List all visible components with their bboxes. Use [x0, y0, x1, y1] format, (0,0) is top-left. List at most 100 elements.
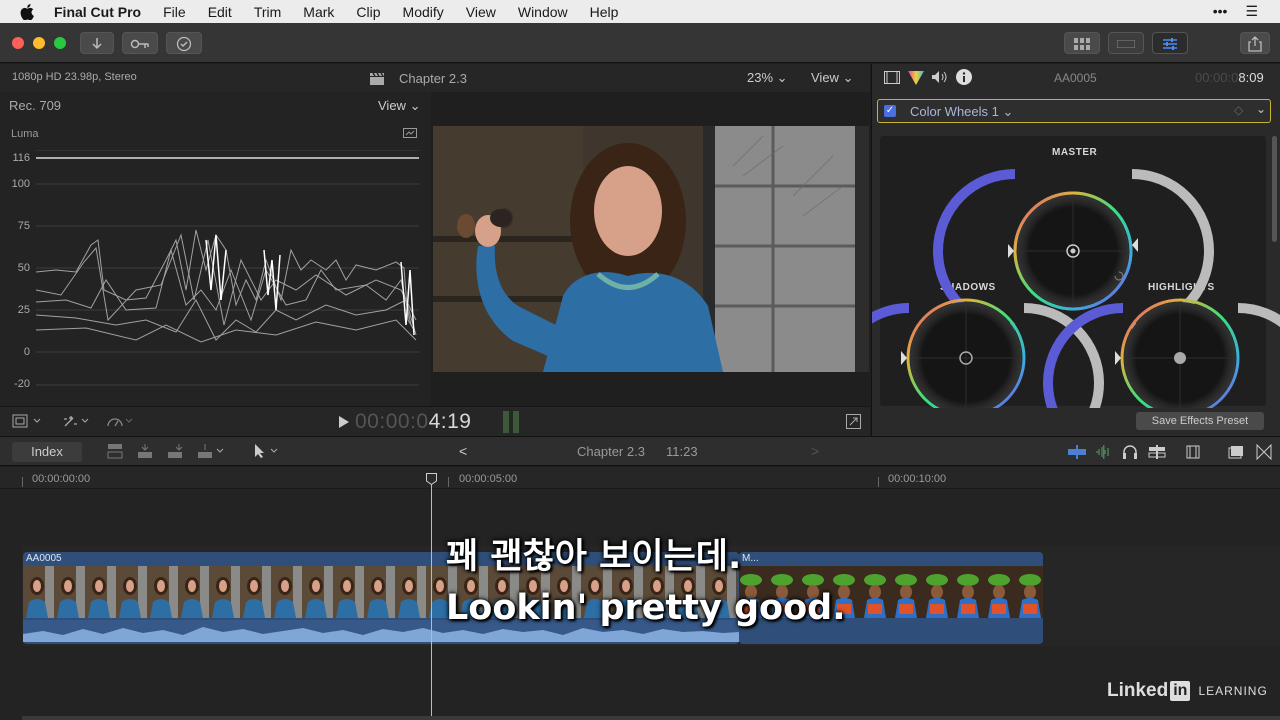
audio-inspector-icon[interactable] — [931, 70, 947, 89]
headphones-icon[interactable] — [1122, 444, 1138, 465]
timeline-toggle-button[interactable] — [1108, 32, 1144, 54]
browser-toggle-button[interactable] — [1064, 32, 1100, 54]
import-button[interactable] — [80, 32, 114, 54]
zoom-menu[interactable]: 23% ⌄ — [747, 70, 788, 86]
scope-y-label: 50 — [17, 262, 30, 274]
viewer-video-frame[interactable] — [433, 126, 869, 372]
highlights-wheel[interactable] — [1043, 298, 1280, 408]
inspector-toggle-button[interactable] — [1152, 32, 1188, 54]
effect-enable-checkbox[interactable]: ✓ — [884, 105, 896, 117]
playhead[interactable] — [431, 478, 432, 720]
timeline-icon — [1116, 39, 1136, 49]
playhead-handle-icon[interactable] — [426, 472, 437, 490]
back-arrow-icon[interactable]: < — [459, 443, 467, 459]
zoom-value: 23% — [747, 70, 774, 85]
scope-view-label: View — [378, 98, 406, 113]
app-menu[interactable]: Final Cut Pro — [54, 4, 141, 20]
apple-icon[interactable] — [20, 3, 34, 20]
linkedin-learning-logo: Linked in LEARNING — [1107, 679, 1268, 703]
play-icon[interactable] — [339, 415, 349, 433]
scope-settings-icon[interactable] — [403, 127, 417, 145]
menu-mark[interactable]: Mark — [303, 4, 334, 20]
effects-browser-icon[interactable] — [1256, 443, 1272, 465]
select-tool-icon[interactable] — [253, 443, 283, 464]
menu-file[interactable]: File — [163, 4, 186, 20]
scope-y-label: 25 — [17, 304, 30, 316]
brand-text: Linked — [1107, 680, 1169, 701]
connect-clip-icon[interactable] — [107, 443, 123, 464]
scope-y-label: -20 — [14, 378, 30, 390]
clip-name-label: AA0005 — [26, 553, 62, 564]
fullscreen-icon[interactable] — [846, 414, 861, 434]
solo-icon[interactable] — [1148, 445, 1166, 464]
menu-window[interactable]: Window — [518, 4, 568, 20]
timeline-toolbar: Index < Chapter 2.3 11:23 > — [0, 436, 1280, 466]
keywords-button[interactable] — [122, 32, 158, 54]
shadows-wheel[interactable] — [872, 298, 1104, 408]
effect-name-menu[interactable]: Color Wheels 1 ⌄ — [910, 104, 1013, 120]
scope-y-label: 75 — [17, 220, 30, 232]
timecode-display[interactable]: 00:00:04:19 — [355, 410, 471, 434]
toolbar — [0, 23, 1280, 63]
menu-trim[interactable]: Trim — [254, 4, 281, 20]
index-button[interactable]: Index — [12, 442, 82, 462]
chevron-down-icon[interactable]: ⌄ — [1256, 102, 1266, 116]
timeline-project-name: Chapter 2.3 — [577, 444, 645, 459]
insert-clip-icon[interactable] — [137, 443, 153, 464]
share-icon — [1248, 36, 1262, 52]
forward-arrow-icon[interactable]: > — [811, 443, 819, 459]
ruler-tick — [448, 477, 449, 487]
list-icon[interactable]: ☰ — [1245, 3, 1258, 20]
color-inspector-icon[interactable] — [908, 71, 924, 90]
viewer-view-menu[interactable]: View ⌄ — [811, 70, 853, 86]
append-clip-icon[interactable] — [167, 443, 183, 464]
timecode-bright: 4:19 — [428, 410, 472, 433]
clip-appearance-icon[interactable] — [1228, 444, 1244, 465]
effect-name: Color Wheels 1 — [910, 104, 999, 119]
timeline-ruler[interactable] — [0, 467, 1280, 489]
ruler-label: 00:00:10:00 — [888, 473, 947, 485]
menu-edit[interactable]: Edit — [208, 4, 232, 20]
info-icon[interactable] — [956, 69, 972, 90]
viewer-title: Chapter 2.3 — [399, 71, 467, 86]
ruler-tick — [878, 477, 879, 487]
menu-view[interactable]: View — [466, 4, 496, 20]
audio-meter-left — [503, 411, 509, 433]
effect-header[interactable]: ✓ Color Wheels 1 ⌄ ◇ ⌄ — [877, 99, 1271, 123]
timecode-dim: 00:00:0 — [355, 410, 429, 433]
ruler-label: 00:00:05:00 — [459, 473, 518, 485]
timeline-scrollbar[interactable] — [22, 716, 1280, 720]
scope-view-menu[interactable]: View ⌄ — [378, 98, 420, 114]
speed-menu-icon[interactable] — [106, 413, 136, 434]
skimming-icon[interactable] — [1068, 445, 1086, 464]
grid-icon — [1074, 38, 1090, 51]
keyframe-icon[interactable]: ◇ — [1234, 103, 1243, 117]
close-window-button[interactable] — [12, 37, 24, 49]
share-button[interactable] — [1240, 32, 1270, 54]
zoom-window-button[interactable] — [54, 37, 66, 49]
more-icon[interactable]: ••• — [1213, 3, 1228, 20]
inspector-duration: 00:00:08:09 — [1195, 70, 1264, 85]
menu-modify[interactable]: Modify — [403, 4, 444, 20]
save-effects-preset-button[interactable]: Save Effects Preset — [1136, 412, 1264, 430]
download-icon — [92, 38, 102, 50]
background-tasks-button[interactable] — [166, 32, 202, 54]
viewer-controls-bar: 00:00:04:19 — [0, 406, 870, 436]
enhance-menu-icon[interactable] — [62, 413, 92, 434]
inspector-clip-name: AA0005 — [1054, 71, 1097, 85]
ruler-tick — [22, 477, 23, 487]
snapping-icon[interactable] — [1186, 444, 1200, 465]
transform-menu-icon[interactable] — [12, 413, 44, 434]
audio-skimming-icon[interactable] — [1095, 445, 1113, 464]
viewer-view-label: View — [811, 70, 839, 85]
key-icon — [130, 40, 149, 49]
subtitle-korean: 꽤 괜찮아 보이는데. — [446, 537, 742, 577]
video-inspector-icon[interactable] — [884, 71, 900, 89]
menu-clip[interactable]: Clip — [356, 4, 380, 20]
overwrite-clip-icon[interactable] — [197, 443, 227, 464]
clapper-icon — [370, 72, 384, 90]
menu-help[interactable]: Help — [590, 4, 619, 20]
minimize-window-button[interactable] — [33, 37, 45, 49]
menu-bar: Final Cut Pro File Edit Trim Mark Clip M… — [0, 0, 1280, 23]
scope-y-label: 0 — [23, 346, 30, 358]
